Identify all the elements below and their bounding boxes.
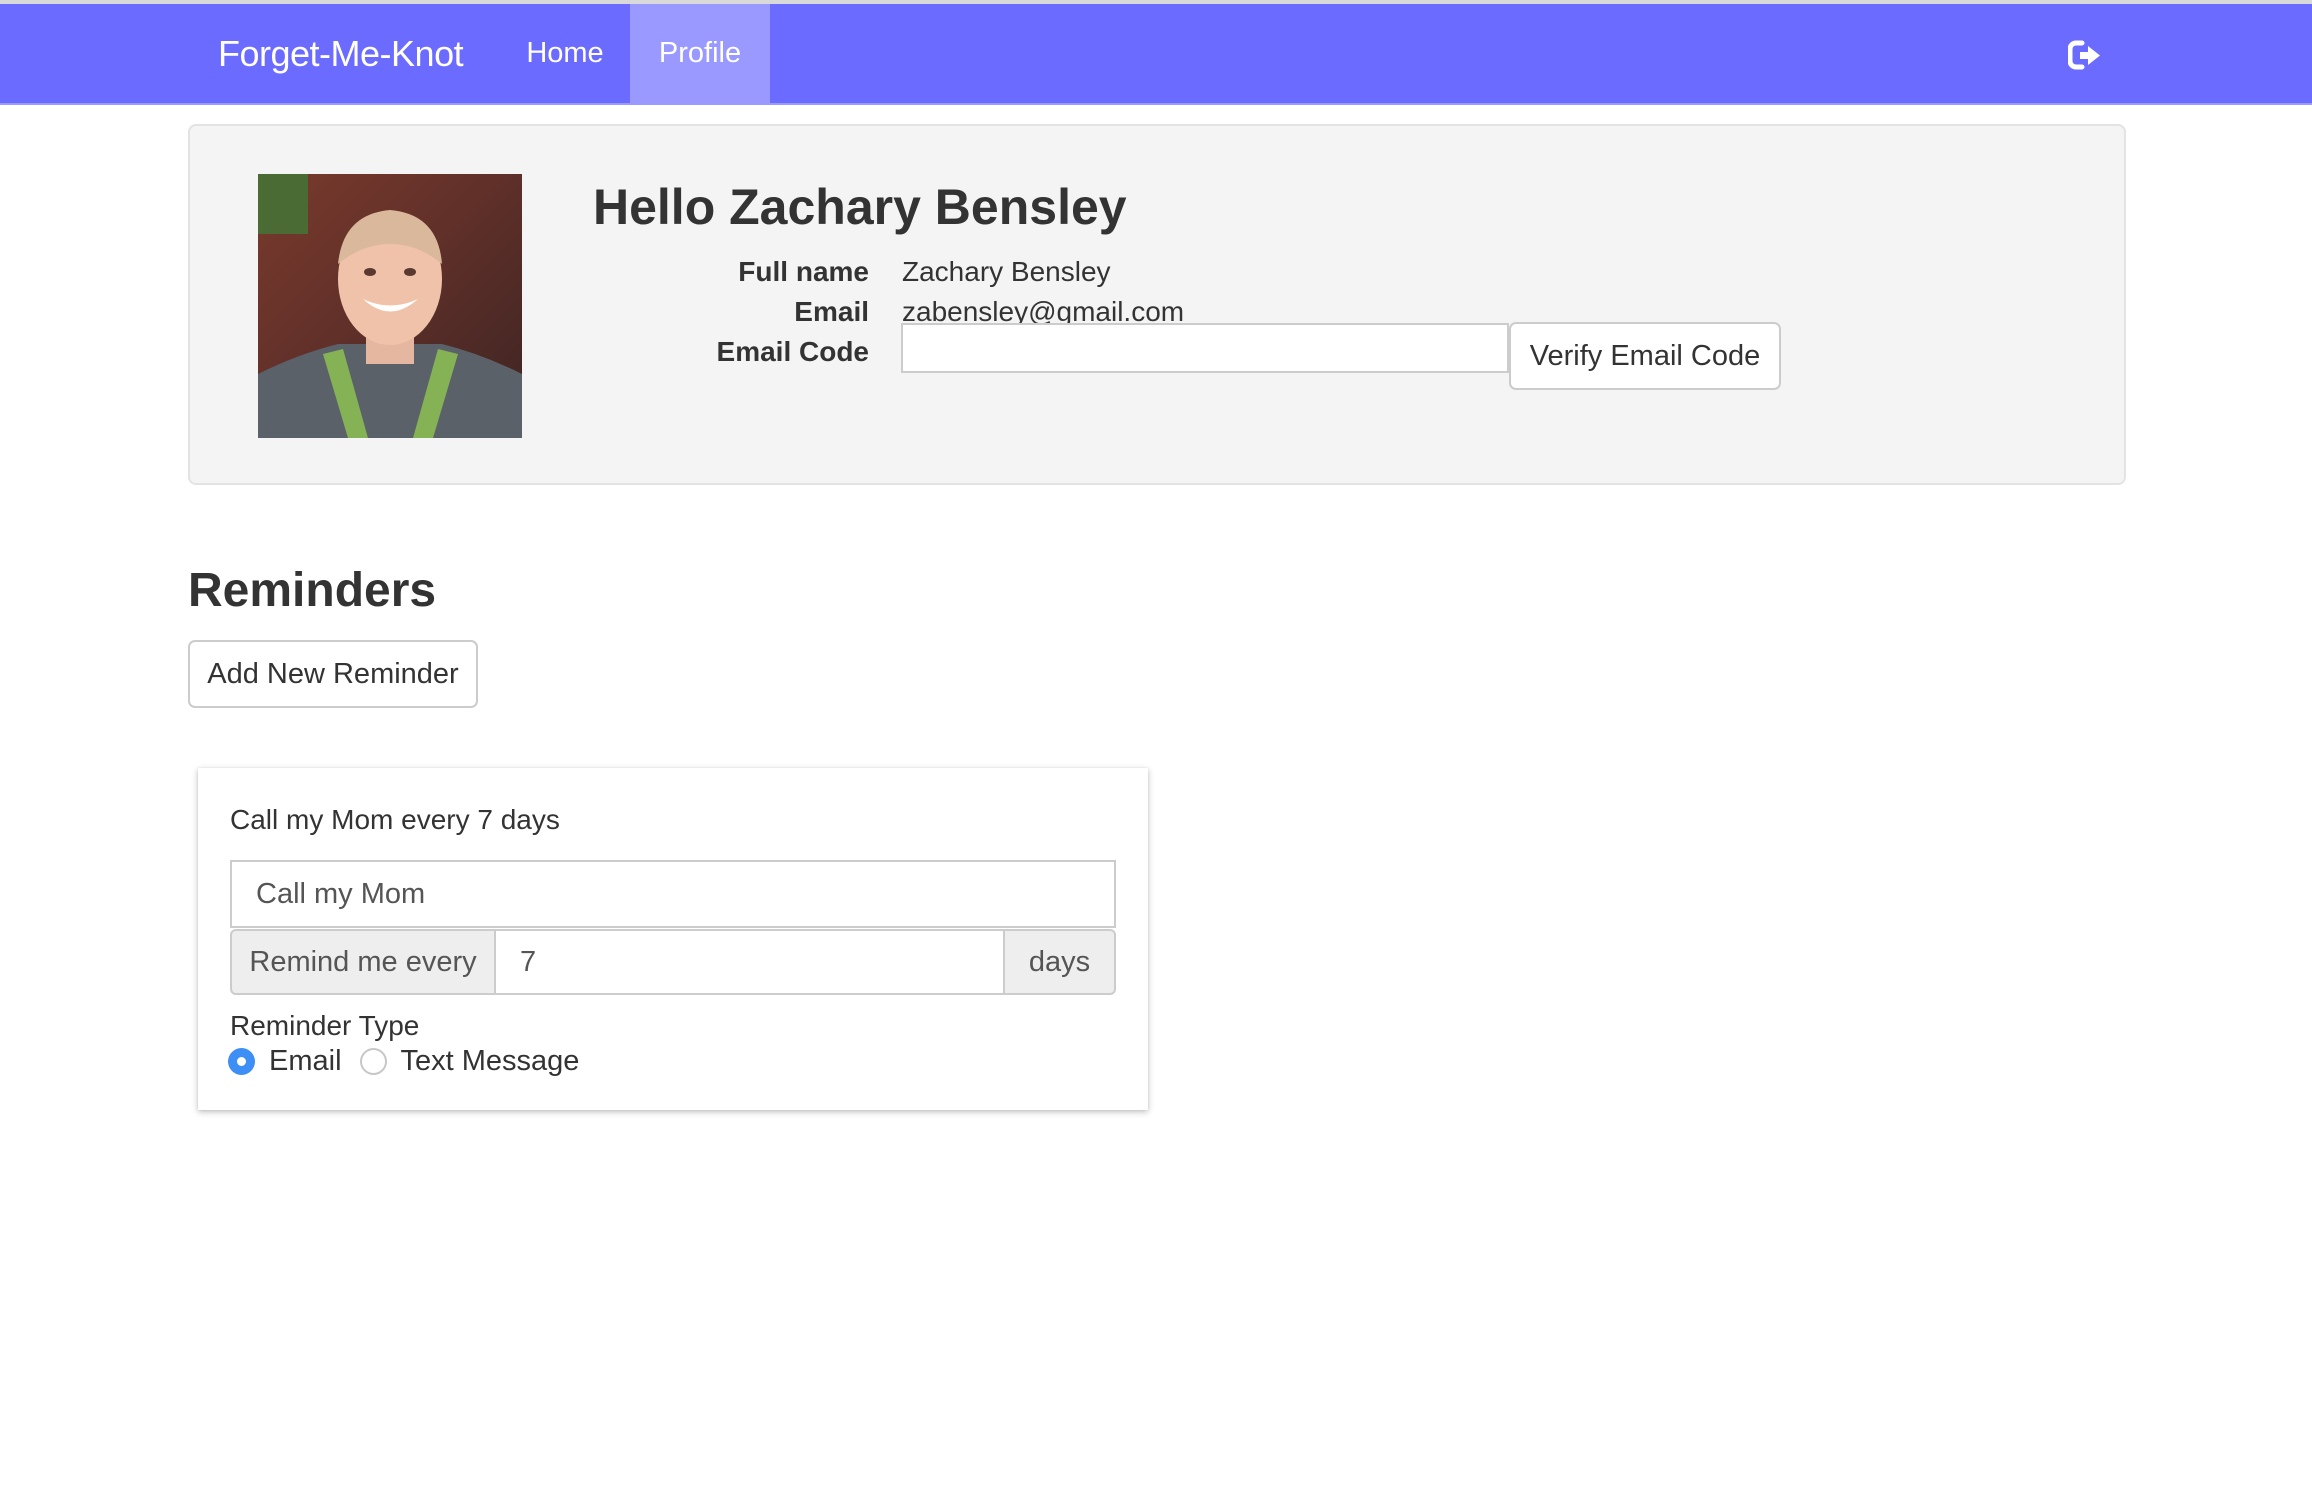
reminder-name-input[interactable] (230, 860, 1116, 928)
reminder-type-label: Reminder Type (230, 1010, 420, 1041)
email-label: Email (794, 296, 869, 327)
radio-email[interactable] (228, 1047, 255, 1075)
reminders-heading: Reminders (188, 564, 437, 617)
sign-out-icon[interactable] (2067, 40, 2102, 70)
radio-text-message[interactable] (359, 1047, 387, 1075)
avatar (258, 174, 522, 438)
interval-input-group: Remind me every days (230, 929, 1116, 995)
profile-panel: Hello Zachary Bensley Full name Zachary … (188, 124, 2126, 485)
interval-prefix: Remind me every (230, 929, 496, 995)
nav-profile[interactable]: Profile (630, 4, 770, 103)
brand-link[interactable]: Forget-Me-Knot (218, 4, 464, 103)
verify-email-code-button[interactable]: Verify Email Code (1509, 322, 1781, 390)
radio-text-message-label[interactable]: Text Message (401, 1045, 580, 1078)
full-name-label: Full name (738, 256, 869, 287)
interval-days-input[interactable] (496, 929, 1005, 995)
reminder-summary: Call my Mom every 7 days (230, 804, 560, 835)
interval-suffix: days (1005, 929, 1116, 995)
radio-email-label[interactable]: Email (269, 1045, 342, 1078)
nav-home[interactable]: Home (510, 4, 620, 103)
reminder-card: Call my Mom every 7 days Remind me every… (198, 768, 1148, 1110)
navbar: Forget-Me-Knot Home Profile (0, 4, 2312, 105)
email-code-label: Email Code (716, 336, 869, 367)
reminder-type-options: Email Text Message (228, 1044, 597, 1078)
add-new-reminder-button[interactable]: Add New Reminder (188, 640, 478, 708)
email-code-input[interactable] (901, 323, 1509, 373)
greeting-heading: Hello Zachary Bensley (593, 179, 1127, 235)
full-name-value: Zachary Bensley (902, 256, 1111, 287)
